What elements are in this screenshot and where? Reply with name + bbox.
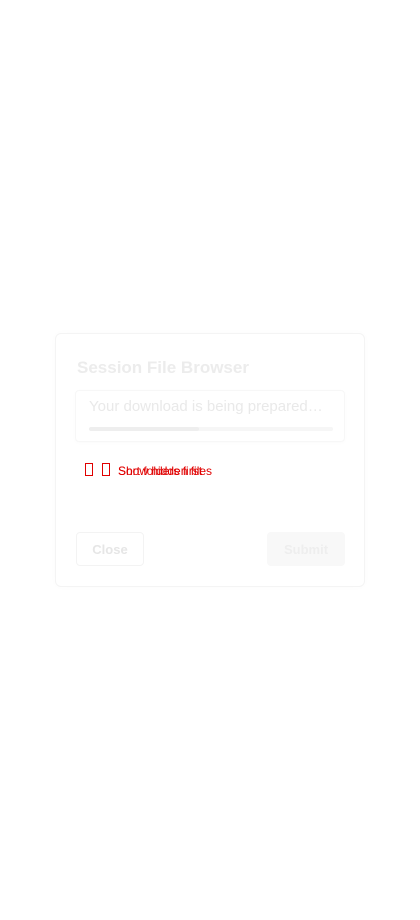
show-hidden-checkbox[interactable] bbox=[85, 463, 93, 476]
download-progress-fill bbox=[89, 427, 199, 431]
download-status-box: Your download is being prepared… bbox=[75, 390, 345, 442]
session-file-browser-dialog: Session File Browser Your download is be… bbox=[55, 333, 365, 587]
sort-folders-checkbox[interactable] bbox=[102, 463, 110, 476]
sort-folders-label[interactable]: Sort folders first bbox=[118, 464, 202, 478]
close-button[interactable]: Close bbox=[76, 532, 144, 566]
page: Session File Browser Your download is be… bbox=[0, 0, 420, 920]
download-status-text: Your download is being prepared… bbox=[89, 398, 323, 415]
submit-button[interactable]: Submit bbox=[267, 532, 345, 566]
dialog-title: Session File Browser bbox=[77, 358, 249, 377]
file-options: Show hidden files Sort folders first bbox=[83, 462, 283, 480]
download-progress-bar bbox=[89, 427, 333, 431]
